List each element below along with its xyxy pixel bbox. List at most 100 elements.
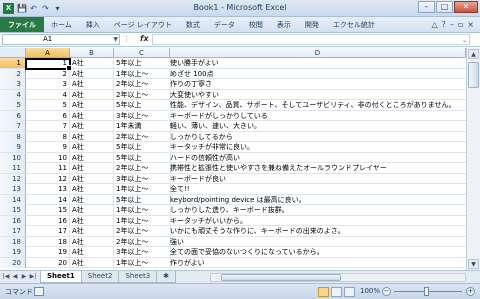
cell-c[interactable]: 5年以上 (114, 195, 141, 205)
cell-b[interactable]: A社 (70, 100, 114, 110)
tab-insert[interactable]: 挿入 (79, 17, 107, 32)
tab-excel-statistics[interactable]: エクセル統計 (326, 17, 382, 32)
row-header[interactable]: 19 (0, 247, 26, 257)
cell-d[interactable]: 性能、デザイン、品質、サポート、そしてユーザビリティ、非の付くところがありません… (170, 100, 455, 110)
row-header[interactable]: 7 (0, 121, 26, 131)
cell-a[interactable]: 5 (26, 100, 70, 110)
cell-b[interactable]: A社 (70, 194, 114, 205)
cell-c[interactable]: 1年以上～ (114, 184, 148, 194)
cell-a[interactable]: 17 (26, 226, 70, 236)
horizontal-scrollbar[interactable] (210, 273, 466, 282)
normal-view-icon[interactable] (318, 287, 329, 297)
expand-formula-icon[interactable]: ⌄ (462, 37, 467, 44)
worksheet-grid[interactable]: A B C D 1 1 A社 5年以上 使い勝手がよい 2 2 A社 1年以上～ めざせ 100点… (0, 48, 480, 270)
row-header[interactable]: 1 (0, 58, 26, 68)
ribbon-minimize-icon[interactable]: △ (431, 20, 437, 29)
close-button[interactable]: ✕ (454, 1, 478, 13)
cell-c[interactable]: 1年以上～ (114, 205, 148, 215)
cell-c[interactable]: 1年以上～ (114, 69, 148, 79)
cell-b[interactable]: A社 (70, 58, 114, 68)
cell-b[interactable]: A社 (70, 89, 114, 100)
cell-a[interactable]: 9 (26, 142, 70, 152)
cell-a[interactable]: 15 (26, 205, 70, 215)
cell-b[interactable]: A社 (70, 79, 114, 89)
select-all-corner[interactable] (0, 48, 26, 58)
cell-d[interactable]: 作りがよい (170, 258, 205, 268)
page-break-view-icon[interactable] (344, 287, 355, 297)
cell-a[interactable]: 2 (26, 68, 70, 79)
chevron-down-icon[interactable]: ▼ (113, 35, 118, 44)
cell-c[interactable]: 3年以上～ (114, 247, 148, 257)
cell-a[interactable]: 6 (26, 110, 70, 121)
workbook-close-icon[interactable]: × (467, 20, 474, 29)
scroll-up-icon[interactable]: ▲ (468, 49, 479, 59)
cell-c[interactable]: 1年以上～ (114, 216, 148, 226)
tab-review[interactable]: 校閲 (242, 17, 270, 32)
sheet-tab-sheet3[interactable]: Sheet3 (118, 271, 158, 283)
sheet-tab-sheet2[interactable]: Sheet2 (80, 271, 120, 283)
cell-c[interactable]: 5年以上 (114, 100, 141, 110)
row-header[interactable]: 2 (0, 68, 26, 79)
horizontal-scroll-thumb[interactable] (221, 274, 341, 281)
cell-b[interactable]: A社 (70, 257, 114, 268)
cell-c[interactable]: 1年以上～ (114, 258, 148, 268)
insert-function-icon[interactable]: fx (140, 34, 149, 43)
cell-d[interactable]: ハードの信頼性が高い (170, 153, 240, 163)
row-header[interactable]: 8 (0, 131, 26, 142)
cell-d[interactable]: 強い (170, 237, 184, 247)
cell-c[interactable]: 3年以上～ (114, 174, 148, 184)
row-header[interactable]: 10 (0, 152, 26, 163)
row-header[interactable]: 11 (0, 163, 26, 173)
sheet-tab-sheet1[interactable]: Sheet1 (40, 271, 82, 283)
cell-d[interactable]: 作りの丁寧さ (170, 79, 212, 89)
cell-c[interactable]: 2年以上～ (114, 79, 148, 89)
cell-a[interactable]: 12 (26, 173, 70, 184)
cell-d[interactable]: キータッチが非常に良い。 (170, 142, 254, 152)
cell-d[interactable]: しっかりした造り、キーボード抜群。 (170, 205, 289, 215)
last-sheet-icon[interactable]: ▶| (29, 273, 37, 280)
row-header[interactable]: 17 (0, 226, 26, 236)
row-header[interactable]: 6 (0, 110, 26, 121)
cell-b[interactable]: A社 (70, 236, 114, 247)
cell-d[interactable]: 全ての面で妥協のないつくりになっているから。 (170, 247, 324, 257)
cell-a[interactable]: 4 (26, 89, 70, 100)
cell-b[interactable]: A社 (70, 226, 114, 236)
cell-a[interactable]: 18 (26, 236, 70, 247)
cell-b[interactable]: A社 (70, 131, 114, 142)
cell-a[interactable]: 8 (26, 131, 70, 142)
tab-view[interactable]: 表示 (270, 17, 298, 32)
vertical-scrollbar[interactable]: ▲ ▼ (466, 48, 480, 270)
tab-data[interactable]: データ (207, 17, 242, 32)
cell-b[interactable]: A社 (70, 247, 114, 257)
cell-a[interactable]: 16 (26, 215, 70, 226)
workbook-restore-icon[interactable]: ▫ (458, 20, 463, 29)
row-header[interactable]: 4 (0, 89, 26, 100)
cell-c[interactable]: 1年未満 (114, 121, 141, 131)
cell-d[interactable]: しっかりしてるから (170, 132, 233, 142)
cell-b[interactable]: A社 (70, 205, 114, 215)
cell-a[interactable]: 7 (26, 121, 70, 131)
tab-page-layout[interactable]: ページ レイアウト (107, 17, 179, 32)
cell-a[interactable]: 19 (26, 247, 70, 257)
cell-b[interactable]: A社 (70, 142, 114, 152)
vertical-scroll-thumb[interactable] (468, 62, 479, 88)
next-sheet-icon[interactable]: ▶ (20, 273, 28, 280)
tab-home[interactable]: ホーム (44, 17, 79, 32)
page-layout-view-icon[interactable] (331, 287, 342, 297)
row-header[interactable]: 18 (0, 236, 26, 247)
insert-sheet-icon[interactable]: ✱ (156, 271, 177, 283)
cell-d[interactable]: 全て!! (170, 184, 190, 194)
cell-c[interactable]: 2年以上～ (114, 163, 148, 173)
row-header[interactable]: 20 (0, 257, 26, 268)
zoom-out-icon[interactable]: − (382, 287, 391, 296)
cell-c[interactable]: 2年以上～ (114, 90, 148, 100)
help-icon[interactable]: ? (442, 20, 446, 29)
cell-c[interactable]: 5年以上 (114, 142, 141, 152)
cell-b[interactable]: A社 (70, 110, 114, 121)
column-header-b[interactable]: B (70, 48, 114, 58)
cell-a[interactable]: 3 (26, 79, 70, 89)
maximize-button[interactable]: □ (436, 1, 453, 13)
cell-a[interactable]: 13 (26, 184, 70, 194)
cell-d[interactable]: キーボードがしっかりしている (170, 111, 268, 121)
row-header[interactable]: 9 (0, 142, 26, 152)
